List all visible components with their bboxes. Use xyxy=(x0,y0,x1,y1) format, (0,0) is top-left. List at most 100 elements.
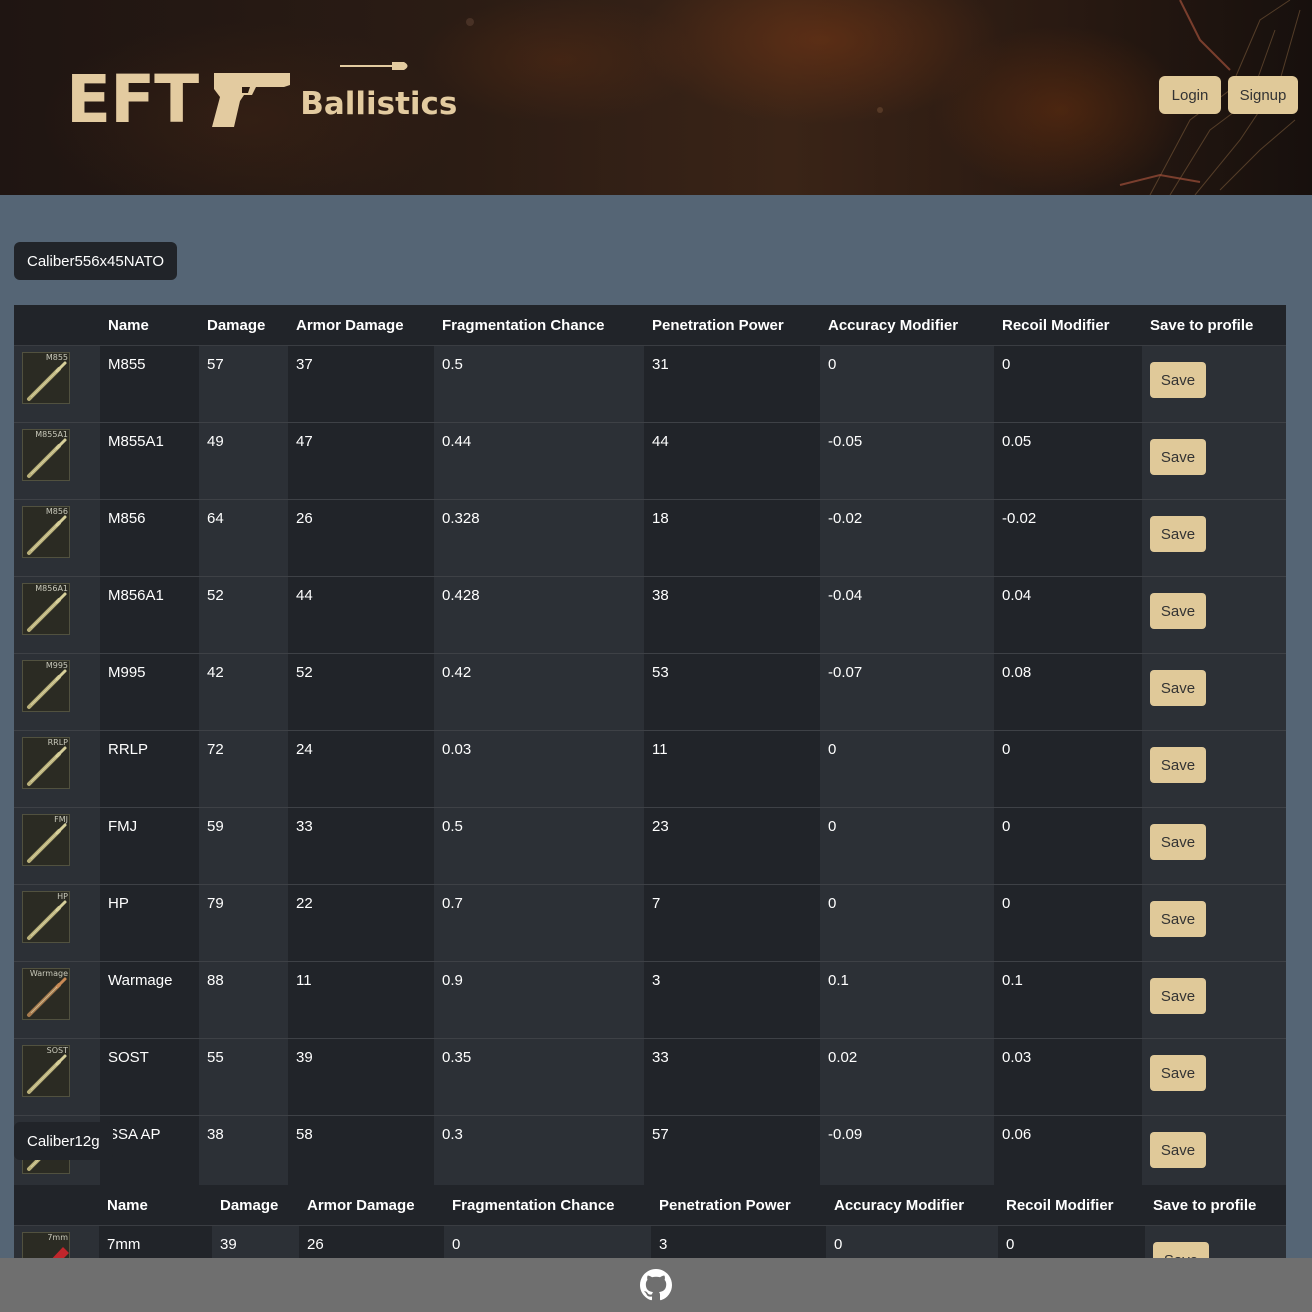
recoil-modifier-value: 0.03 xyxy=(994,1038,1142,1116)
accuracy-modifier-value: -0.02 xyxy=(820,499,994,577)
damage-value: 59 xyxy=(199,807,288,885)
ammo-image-cell: SOST xyxy=(14,1038,100,1116)
ammo-row: SOST SOST 55 39 0.35 33 0.02 0.03 Save xyxy=(14,1038,1286,1116)
save-button[interactable]: Save xyxy=(1150,901,1206,937)
logo-text: EFT xyxy=(66,61,199,138)
armor-damage-value: 47 xyxy=(288,422,434,500)
ammo-image-cell: M856 xyxy=(14,499,100,577)
save-cell: Save xyxy=(1142,1115,1286,1192)
save-button[interactable]: Save xyxy=(1150,516,1206,552)
armor-damage-value: 26 xyxy=(288,499,434,577)
penetration-power-value: 33 xyxy=(644,1038,820,1116)
login-button[interactable]: Login xyxy=(1159,76,1221,114)
penetration-power-value: 31 xyxy=(644,345,820,423)
signup-button[interactable]: Signup xyxy=(1228,76,1298,114)
penetration-power-value: 18 xyxy=(644,499,820,577)
column-header-image xyxy=(14,305,100,346)
site-logo[interactable]: EFT Ballistics xyxy=(66,60,457,140)
fragmentation-chance-value: 0.5 xyxy=(434,345,644,423)
penetration-power-value: 57 xyxy=(644,1115,820,1192)
damage-value: 57 xyxy=(199,345,288,423)
ammo-name: FMJ xyxy=(100,807,199,885)
caliber-button-556x45nato[interactable]: Caliber556x45NATO xyxy=(14,242,178,280)
ammo-row: FMJ FMJ 59 33 0.5 23 0 0 Save xyxy=(14,807,1286,885)
column-header-penetration-power: Penetration Power xyxy=(644,305,820,346)
save-cell: Save xyxy=(1142,345,1286,423)
penetration-power-value: 44 xyxy=(644,422,820,500)
save-button[interactable]: Save xyxy=(1150,978,1206,1014)
save-cell: Save xyxy=(1142,499,1286,577)
logo-subtitle: Ballistics xyxy=(300,85,458,122)
ammo-row: SSA APSSA AP38580.357-0.090.06Save xyxy=(14,1115,1286,1192)
damage-value: 72 xyxy=(199,730,288,808)
ammo-name: M995 xyxy=(100,653,199,731)
armor-damage-value: 39 xyxy=(288,1038,434,1116)
armor-damage-value: 33 xyxy=(288,807,434,885)
table-header-row: Name Damage Armor Damage Fragmentation C… xyxy=(14,305,1286,346)
save-button[interactable]: Save xyxy=(1150,747,1206,783)
caliber-button-12g[interactable]: Caliber12g xyxy=(14,1122,113,1160)
accuracy-modifier-value: 0 xyxy=(820,730,994,808)
recoil-modifier-value: 0.06 xyxy=(994,1115,1142,1192)
github-icon[interactable] xyxy=(640,1269,672,1301)
ammo-icon-tag: M855A1 xyxy=(35,430,68,439)
recoil-modifier-value: 0 xyxy=(994,345,1142,423)
recoil-modifier-value: 0.08 xyxy=(994,653,1142,731)
ammo-table-body: M855 M855 57 37 0.5 31 0 0 Save M855A1 M855A1 49 47 0… xyxy=(14,345,1286,1192)
armor-damage-value: 24 xyxy=(288,730,434,808)
brass-rifle-round-icon: M995 xyxy=(22,660,70,712)
site-header: EFT Ballistics Login Signup xyxy=(0,0,1312,195)
ammo-name: SOST xyxy=(100,1038,199,1116)
save-cell: Save xyxy=(1142,576,1286,654)
ammo-image-cell: M995 xyxy=(14,653,100,731)
ammo-row: M855 M855 57 37 0.5 31 0 0 Save xyxy=(14,345,1286,423)
damage-value: 42 xyxy=(199,653,288,731)
penetration-power-value: 3 xyxy=(644,961,820,1039)
ammo-name: M856A1 xyxy=(100,576,199,654)
fragmentation-chance-value: 0.35 xyxy=(434,1038,644,1116)
column-header-fragmentation-chance: Fragmentation Chance xyxy=(434,305,644,346)
ammo-image-cell: M855 xyxy=(14,345,100,423)
ammo-image-cell: RRLP xyxy=(14,730,100,808)
accuracy-modifier-value: 0 xyxy=(820,807,994,885)
ammo-icon-tag: HP xyxy=(57,892,68,901)
column-header-armor-damage: Armor Damage xyxy=(288,305,434,346)
save-button[interactable]: Save xyxy=(1150,1132,1206,1168)
fragmentation-chance-value: 0.328 xyxy=(434,499,644,577)
save-button[interactable]: Save xyxy=(1150,1055,1206,1091)
column-header-name: Name xyxy=(100,305,199,346)
ammo-row: M856A1 M856A1 52 44 0.428 38 -0.04 0.04 Save xyxy=(14,576,1286,654)
recoil-modifier-value: 0 xyxy=(994,807,1142,885)
column-header-penetration-power: Penetration Power xyxy=(651,1185,826,1226)
ammo-name: HP xyxy=(100,884,199,962)
brass-rifle-round-icon: M855 xyxy=(22,352,70,404)
recoil-modifier-value: 0.04 xyxy=(994,576,1142,654)
column-header-recoil-modifier: Recoil Modifier xyxy=(994,305,1142,346)
armor-damage-value: 44 xyxy=(288,576,434,654)
save-button[interactable]: Save xyxy=(1150,439,1206,475)
column-header-accuracy-modifier: Accuracy Modifier xyxy=(820,305,994,346)
ammo-image-cell: Warmage xyxy=(14,961,100,1039)
save-cell: Save xyxy=(1142,422,1286,500)
ammo-image-cell: M855A1 xyxy=(14,422,100,500)
column-header-recoil-modifier: Recoil Modifier xyxy=(998,1185,1145,1226)
save-button[interactable]: Save xyxy=(1150,593,1206,629)
column-header-damage: Damage xyxy=(199,305,288,346)
ammo-icon-tag: SOST xyxy=(46,1046,68,1055)
ammo-icon-tag: RRLP xyxy=(47,738,68,747)
fragmentation-chance-value: 0.44 xyxy=(434,422,644,500)
armor-damage-value: 22 xyxy=(288,884,434,962)
damage-value: 88 xyxy=(199,961,288,1039)
ammo-icon-tag: 7mm xyxy=(47,1233,68,1242)
save-button[interactable]: Save xyxy=(1150,362,1206,398)
column-header-accuracy-modifier: Accuracy Modifier xyxy=(826,1185,998,1226)
accuracy-modifier-value: -0.05 xyxy=(820,422,994,500)
brass-rifle-round-icon: M856A1 xyxy=(22,583,70,635)
fragmentation-chance-value: 0.42 xyxy=(434,653,644,731)
save-button[interactable]: Save xyxy=(1150,824,1206,860)
accuracy-modifier-value: 0.1 xyxy=(820,961,994,1039)
accuracy-modifier-value: -0.04 xyxy=(820,576,994,654)
copper-rifle-round-icon: Warmage xyxy=(22,968,70,1020)
damage-value: 38 xyxy=(199,1115,288,1192)
save-button[interactable]: Save xyxy=(1150,670,1206,706)
